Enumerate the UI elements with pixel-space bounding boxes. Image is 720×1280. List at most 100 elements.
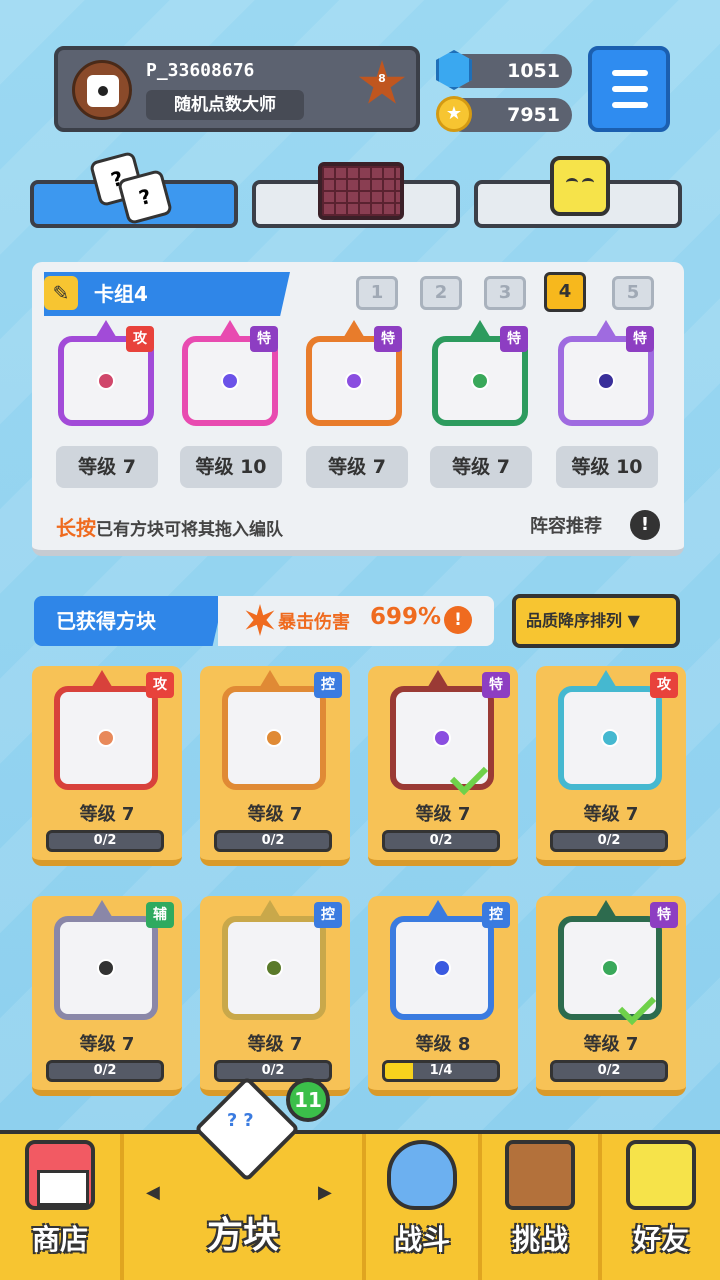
deck-slot-5[interactable]: 特 [558, 326, 654, 426]
type-tag: 特 [500, 326, 528, 352]
type-tag: 特 [650, 902, 678, 928]
dragon-frame-icon [222, 916, 326, 1020]
menu-line [612, 70, 648, 76]
upgrade-progress-bar: 0/2 [214, 830, 332, 852]
dragon-frame-icon [54, 686, 158, 790]
arrow-right-icon[interactable]: ▶ [318, 1182, 332, 1203]
deck-level-5: 等级 10 [556, 446, 658, 488]
deck-level-4: 等级 7 [430, 446, 532, 488]
crit-damage-label: 暴击伤害 [278, 612, 350, 633]
owned-blocks-title: 已获得方块 [34, 596, 224, 646]
upgrade-progress-bar: 0/2 [382, 830, 500, 852]
friend-character-icon [626, 1140, 696, 1210]
pip-icon [433, 729, 451, 747]
type-tag: 攻 [650, 672, 678, 698]
block-card[interactable]: 特 等级 7 0/2 [536, 896, 686, 1096]
type-tag: 特 [626, 326, 654, 352]
deck-slot-2[interactable]: 特 [182, 326, 278, 426]
deck-number-3[interactable]: 3 [484, 276, 526, 310]
shield-sword-icon [387, 1140, 457, 1210]
progress-text: 0/2 [429, 833, 453, 848]
block-level: 等级 7 [247, 1034, 303, 1055]
drag-hint: 长按已有方块可将其拖入编队 [56, 516, 283, 540]
pip-icon [601, 729, 619, 747]
type-tag: 特 [250, 326, 278, 352]
menu-line [612, 86, 648, 92]
dice-avatar-icon [87, 75, 119, 107]
type-tag: 攻 [126, 326, 154, 352]
block-card[interactable]: 控 等级 7 0/2 [200, 666, 350, 866]
block-level: 等级 7 [79, 804, 135, 825]
pip-icon [221, 372, 239, 390]
block-level: 等级 7 [79, 1034, 135, 1055]
progress-fill [385, 1063, 413, 1079]
upgrade-progress-bar: 0/2 [46, 1060, 164, 1082]
lineup-recommend-button[interactable]: 阵容推荐 [530, 512, 602, 538]
deck-number-4[interactable]: 4 [544, 272, 586, 312]
signpost-icon [505, 1140, 575, 1210]
dice-icon: ? ? [88, 150, 174, 226]
player-title: 随机点数大师 [146, 90, 304, 120]
deck-slot-4[interactable]: 特 [432, 326, 528, 426]
menu-button[interactable] [588, 46, 670, 132]
block-level: 等级 7 [247, 804, 303, 825]
type-tag: 特 [374, 326, 402, 352]
crit-info-icon[interactable]: ! [444, 606, 472, 634]
nav-challenge[interactable]: 挑战 [482, 1130, 598, 1280]
deck-number-5[interactable]: 5 [612, 276, 654, 310]
type-tag: 辅 [146, 902, 174, 928]
arrow-left-icon[interactable]: ◀ [146, 1182, 160, 1203]
block-card[interactable]: 特 等级 7 0/2 [368, 666, 518, 866]
type-tag: 特 [482, 672, 510, 698]
nav-shop[interactable]: 商店 [0, 1130, 120, 1280]
dragon-frame-icon [54, 916, 158, 1020]
type-tag: 控 [314, 902, 342, 928]
info-icon[interactable]: ! [630, 510, 660, 540]
deck-level-1: 等级 7 [56, 446, 158, 488]
block-card[interactable]: 控 等级 7 0/2 [200, 896, 350, 1096]
block-level: 等级 7 [583, 1034, 639, 1055]
block-level: 等级 8 [415, 1034, 471, 1055]
block-card[interactable]: 攻 等级 7 0/2 [536, 666, 686, 866]
pip-icon [97, 729, 115, 747]
profile-card[interactable]: P_33608676 随机点数大师 8 [54, 46, 420, 132]
pip-icon [97, 372, 115, 390]
shop-icon [25, 1140, 95, 1210]
pip-icon [597, 372, 615, 390]
smile-face-icon [550, 156, 610, 216]
type-tag: 攻 [146, 672, 174, 698]
pip-icon [97, 959, 115, 977]
deck-title: 卡组4 [44, 272, 290, 316]
dragon-frame-icon [222, 686, 326, 790]
username: P_33608676 [146, 60, 255, 81]
block-level: 等级 7 [415, 804, 471, 825]
deck-number-1[interactable]: 1 [356, 276, 398, 310]
progress-text: 0/2 [93, 1063, 117, 1078]
progress-text: 0/2 [597, 1063, 621, 1078]
nav-friends[interactable]: 好友 [602, 1130, 720, 1280]
deck-slot-1[interactable]: 攻 [58, 326, 154, 426]
deck-level-2: 等级 10 [180, 446, 282, 488]
block-card[interactable]: 攻 等级 7 0/2 [32, 666, 182, 866]
progress-text: 0/2 [93, 833, 117, 848]
upgrade-progress-bar: 1/4 [382, 1060, 500, 1082]
block-card[interactable]: 控 等级 8 1/4 [368, 896, 518, 1096]
coin-icon: ★ [436, 96, 472, 132]
pip-icon [265, 729, 283, 747]
dragon-frame-icon [558, 686, 662, 790]
sort-dropdown[interactable]: 品质降序排列 ▼ [512, 594, 680, 648]
pip-icon [601, 959, 619, 977]
upgrade-progress-bar: 0/2 [550, 830, 668, 852]
upgrade-progress-bar: 0/2 [550, 1060, 668, 1082]
avatar [72, 60, 132, 120]
menu-line [612, 102, 648, 108]
pip-icon [433, 959, 451, 977]
crit-damage-value: 699% [370, 604, 442, 630]
nav-battle[interactable]: 战斗 [366, 1130, 478, 1280]
deck-number-2[interactable]: 2 [420, 276, 462, 310]
block-card[interactable]: 辅 等级 7 0/2 [32, 896, 182, 1096]
edit-pencil-icon[interactable]: ✎ [44, 276, 78, 310]
rank-level: 8 [378, 72, 386, 85]
pip-icon [345, 372, 363, 390]
deck-slot-3[interactable]: 特 [306, 326, 402, 426]
